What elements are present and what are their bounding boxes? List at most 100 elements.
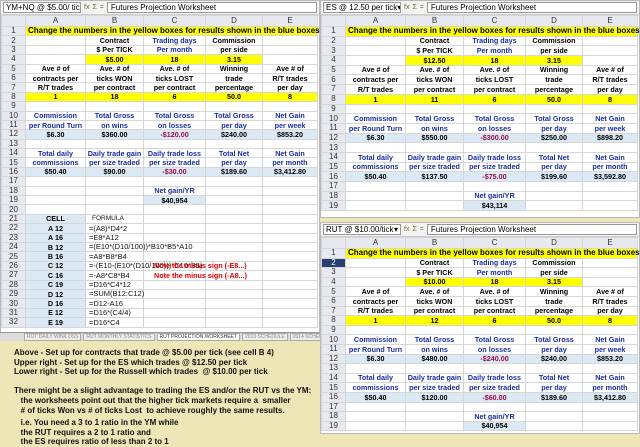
cell[interactable] xyxy=(525,181,583,192)
row-header[interactable]: 4 xyxy=(321,276,346,288)
cell[interactable]: per day xyxy=(582,84,638,95)
sheet-tab[interactable]: RUT DAILY WIN/LOSS xyxy=(24,333,82,341)
cell[interactable] xyxy=(85,176,144,187)
formula-input[interactable]: Futures Projection Worksheet xyxy=(106,2,317,13)
cell[interactable] xyxy=(85,138,144,150)
cell[interactable] xyxy=(25,176,86,187)
cell[interactable] xyxy=(463,401,526,413)
cell[interactable]: Total daily xyxy=(345,372,406,384)
cell[interactable]: per contract xyxy=(85,82,144,93)
input-cell[interactable]: 18 xyxy=(85,91,144,103)
cell[interactable]: per side xyxy=(205,44,263,56)
cell[interactable]: Contract xyxy=(405,257,464,269)
cell[interactable]: R/T trades xyxy=(345,305,406,317)
column-header[interactable]: E xyxy=(582,237,638,249)
cell[interactable]: $3,412.80 xyxy=(582,391,638,403)
function-wizard-icon[interactable]: fx xyxy=(404,226,409,233)
column-header[interactable]: A xyxy=(345,237,406,249)
row-header[interactable]: 6 xyxy=(321,295,346,307)
cell[interactable] xyxy=(25,44,86,56)
cell[interactable] xyxy=(262,195,318,206)
cell[interactable]: per Round Turn xyxy=(345,343,406,355)
row-header[interactable]: 9 xyxy=(321,103,346,115)
cell[interactable]: $189.60 xyxy=(525,391,583,403)
cell[interactable]: Daily trade loss xyxy=(463,151,526,163)
cell[interactable]: $ Per TICK xyxy=(405,45,464,57)
row-header[interactable]: 20 xyxy=(1,204,26,215)
row-header[interactable]: 14 xyxy=(1,148,26,159)
cell[interactable]: $50.40 xyxy=(345,171,406,182)
cell[interactable] xyxy=(582,142,638,153)
cell[interactable] xyxy=(262,204,318,215)
cell[interactable] xyxy=(582,411,638,422)
cell[interactable]: per contract xyxy=(463,84,526,95)
cell[interactable] xyxy=(525,103,583,115)
row-header[interactable]: 15 xyxy=(321,161,346,173)
cell[interactable]: per day xyxy=(525,122,583,134)
cell[interactable] xyxy=(25,54,86,65)
cell[interactable]: Ave # of xyxy=(345,64,406,76)
row-header[interactable]: 26 xyxy=(1,260,26,272)
row-header[interactable]: 7 xyxy=(321,84,346,95)
input-cell[interactable]: 8 xyxy=(262,91,318,103)
cell[interactable]: Commission xyxy=(345,334,406,345)
row-header[interactable]: 9 xyxy=(1,101,26,112)
sheet-tab-active[interactable]: RUT PROJECTION WORKSHEET xyxy=(156,333,240,341)
cell[interactable]: $40,954 xyxy=(463,420,526,432)
cell[interactable] xyxy=(262,35,318,46)
equals-icon[interactable]: = xyxy=(420,4,424,11)
cell[interactable] xyxy=(85,195,144,206)
cell[interactable] xyxy=(582,181,638,192)
cell[interactable]: per day xyxy=(525,382,583,393)
cell[interactable]: per size traded xyxy=(85,157,144,168)
row-header[interactable]: 19 xyxy=(321,200,346,212)
cell[interactable]: per size traded xyxy=(143,157,206,168)
cell[interactable]: Winning xyxy=(525,286,583,297)
cell[interactable] xyxy=(525,420,583,432)
cell[interactable] xyxy=(405,420,464,432)
cell[interactable] xyxy=(25,35,86,46)
cell[interactable]: ticks WON xyxy=(405,74,464,86)
row-header[interactable]: 1 xyxy=(321,26,346,37)
row-header[interactable]: 3 xyxy=(1,44,26,56)
cell[interactable]: Daily trade gain xyxy=(85,148,144,159)
row-header[interactable]: 12 xyxy=(321,353,346,365)
cell[interactable] xyxy=(25,101,86,112)
cell[interactable]: Net Gain xyxy=(262,110,318,121)
cell[interactable]: Commission xyxy=(525,35,583,47)
column-header[interactable]: D xyxy=(525,237,583,249)
cell[interactable] xyxy=(345,190,406,202)
row-header[interactable]: 25 xyxy=(1,251,26,262)
cell[interactable]: $50.40 xyxy=(25,166,86,178)
column-header[interactable]: B xyxy=(405,237,464,249)
cell[interactable] xyxy=(582,257,638,269)
cell[interactable]: $6.30 xyxy=(25,129,86,140)
cell[interactable]: ticks WON xyxy=(405,295,464,307)
cell[interactable]: $550.00 xyxy=(405,132,464,144)
cell[interactable]: per day xyxy=(205,157,263,168)
cell[interactable] xyxy=(345,411,406,422)
select-all-corner[interactable] xyxy=(321,237,346,249)
cell[interactable]: Ave. # of xyxy=(463,64,526,76)
cell[interactable]: Net Gain xyxy=(582,372,638,384)
row-header[interactable]: 18 xyxy=(321,190,346,202)
name-box[interactable]: YM+NQ @ $5.00/ tick▾ xyxy=(3,2,81,13)
row-header[interactable]: 17 xyxy=(321,181,346,192)
input-cell[interactable]: 18 xyxy=(463,55,526,66)
row-header[interactable]: 30 xyxy=(1,298,26,309)
cell[interactable]: ticks LOST xyxy=(463,74,526,86)
formula-input[interactable]: Futures Projection Worksheet xyxy=(426,2,637,13)
row-header[interactable]: 6 xyxy=(321,74,346,86)
input-cell[interactable]: 6 xyxy=(143,91,206,103)
cell[interactable]: R/T trades xyxy=(582,74,638,86)
cell[interactable]: per contract xyxy=(405,84,464,95)
cell[interactable]: commissions xyxy=(345,161,406,173)
row-header[interactable]: 2 xyxy=(321,35,346,47)
cell[interactable]: $853.20 xyxy=(582,353,638,365)
row-header[interactable]: 13 xyxy=(1,138,26,150)
cell[interactable]: commissions xyxy=(345,382,406,393)
cell[interactable]: per month xyxy=(582,161,638,173)
row-header[interactable]: 6 xyxy=(1,72,26,84)
cell[interactable] xyxy=(345,142,406,153)
input-cell[interactable]: $12.50 xyxy=(405,55,464,66)
